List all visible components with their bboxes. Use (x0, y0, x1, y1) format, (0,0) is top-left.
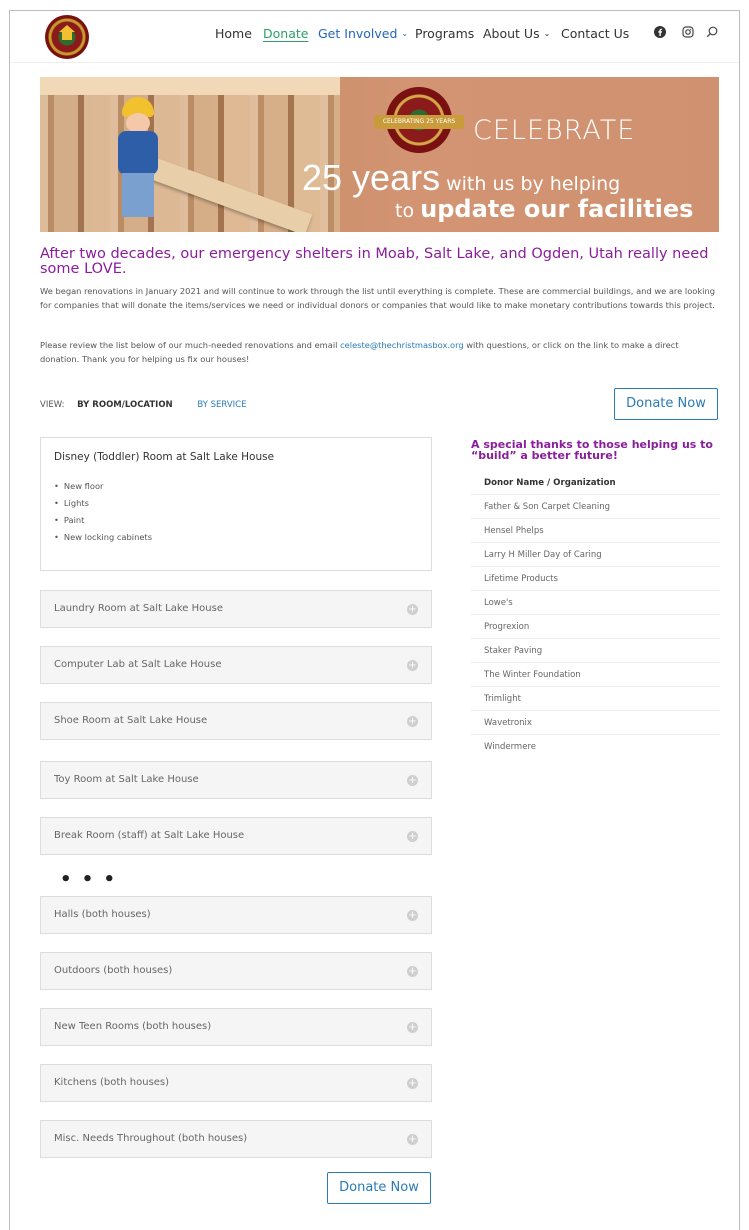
more-items-ellipsis: • • • (60, 869, 118, 890)
plus-icon[interactable]: + (407, 910, 418, 921)
banner-years-line: 25 years with us by helping (302, 157, 620, 199)
donor-row: Lowe's (471, 591, 719, 615)
nav-contact-us[interactable]: Contact Us (561, 26, 629, 41)
banner-update-bold: update our facilities (420, 195, 694, 223)
banner-child-image (112, 97, 164, 227)
intro-paragraph: We began renovations in January 2021 and… (40, 286, 715, 310)
main-nav: Home Donate Get Involved ⌄ Programs About… (10, 11, 739, 55)
plus-icon[interactable]: + (407, 716, 418, 727)
accordion-title: Toy Room at Salt Lake House (54, 774, 199, 785)
renovation-item: Paint (54, 512, 152, 529)
accordion-item[interactable]: Toy Room at Salt Lake House + (40, 761, 432, 799)
facebook-icon[interactable] (654, 26, 666, 41)
accordion-title: Shoe Room at Salt Lake House (54, 715, 208, 726)
view-by-room-tab[interactable]: BY ROOM/LOCATION (77, 400, 172, 410)
banner-child-pants (122, 173, 154, 217)
accordion-title: Break Room (staff) at Salt Lake House (54, 830, 245, 841)
accordion-title: Laundry Room at Salt Lake House (54, 603, 223, 614)
email-link[interactable]: celeste@thechristmasbox.org (340, 340, 464, 350)
view-by-service-tab[interactable]: BY SERVICE (197, 400, 246, 410)
banner-years-big: 25 years (302, 157, 441, 198)
instagram-icon[interactable] (682, 26, 694, 41)
donor-row: Hensel Phelps (471, 519, 719, 543)
nav-about-us[interactable]: About Us ⌄ (483, 26, 550, 41)
donor-heading: A special thanks to those helping us to … (471, 438, 713, 462)
accordion-item[interactable]: Laundry Room at Salt Lake House + (40, 590, 432, 628)
donate-now-button-bottom[interactable]: Donate Now (327, 1172, 431, 1204)
accordion-title: Kitchens (both houses) (54, 1077, 170, 1088)
banner-update-small: to (395, 200, 421, 222)
view-switcher: VIEW: BY ROOM/LOCATION BY SERVICE (40, 400, 246, 410)
donor-row: The Winter Foundation (471, 663, 719, 687)
banner-celebrate: CELEBRATE (473, 115, 636, 146)
renovation-list: New floor Lights Paint New locking cabin… (54, 478, 152, 546)
donor-row: Windermere (484, 742, 536, 752)
donor-table: Donor Name / Organization Father & Son C… (471, 471, 719, 759)
anniversary-ribbon-text: CELEBRATING 25 YEARS (382, 118, 456, 125)
donate-now-button-top[interactable]: Donate Now (614, 388, 718, 420)
donor-row: Wavetronix (471, 711, 719, 735)
plus-icon[interactable]: + (407, 1134, 418, 1145)
nav-about-us-label: About Us (483, 26, 540, 41)
plus-icon[interactable]: + (407, 1078, 418, 1089)
accordion-title: Misc. Needs Throughout (both houses) (54, 1133, 248, 1144)
renovation-item: New floor (54, 478, 152, 495)
donor-row: Father & Son Carpet Cleaning (471, 495, 719, 519)
view-label: VIEW: (40, 400, 65, 410)
banner-years-small: with us by helping (440, 173, 621, 195)
accordion-open-title: Disney (Toddler) Room at Salt Lake House (54, 451, 275, 463)
accordion-item[interactable]: Halls (both houses) + (40, 896, 432, 934)
renovation-item: New locking cabinets (54, 529, 152, 546)
renovation-item: Lights (54, 495, 152, 512)
nav-home[interactable]: Home (215, 26, 252, 41)
accordion-item[interactable]: Break Room (staff) at Salt Lake House + (40, 817, 432, 855)
accordion-item[interactable]: Outdoors (both houses) + (40, 952, 432, 990)
accordion-title: New Teen Rooms (both houses) (54, 1021, 212, 1032)
accordion-item[interactable]: Kitchens (both houses) + (40, 1064, 432, 1102)
accordion-title: Computer Lab at Salt Lake House (54, 659, 222, 670)
donor-row: Lifetime Products (471, 567, 719, 591)
banner-child-face (126, 113, 150, 133)
page-frame: Home Donate Get Involved ⌄ Programs About… (9, 10, 740, 1230)
accordion-item[interactable]: Misc. Needs Throughout (both houses) + (40, 1120, 432, 1158)
accordion-title: Halls (both houses) (54, 909, 151, 920)
page-headline: After two decades, our emergency shelter… (40, 246, 709, 277)
donor-row: Trimlight (471, 687, 719, 711)
donor-column-header: Donor Name / Organization (471, 471, 719, 495)
accordion-item[interactable]: New Teen Rooms (both houses) + (40, 1008, 432, 1046)
contact-paragraph: Please review the list below of our much… (40, 338, 720, 366)
nav-donate[interactable]: Donate (263, 26, 308, 41)
accordion-item[interactable]: Computer Lab at Salt Lake House + (40, 646, 432, 684)
hero-banner: CELEBRATING 25 YEARS CELEBRATE 25 years … (40, 77, 719, 232)
banner-top-beam (40, 77, 340, 95)
anniversary-ribbon: CELEBRATING 25 YEARS (374, 115, 464, 129)
chevron-down-icon: ⌄ (401, 29, 409, 38)
accordion-title: Outdoors (both houses) (54, 965, 173, 976)
chevron-down-icon: ⌄ (543, 29, 551, 38)
search-icon[interactable] (706, 26, 718, 41)
banner-update-line: to update our facilities (395, 195, 693, 223)
site-header: Home Donate Get Involved ⌄ Programs About… (10, 11, 739, 63)
plus-icon[interactable]: + (407, 660, 418, 671)
plus-icon[interactable]: + (407, 831, 418, 842)
plus-icon[interactable]: + (407, 966, 418, 977)
accordion-item[interactable]: Shoe Room at Salt Lake House + (40, 702, 432, 740)
donor-row: Staker Paving (471, 639, 719, 663)
banner-child-shirt (118, 131, 158, 175)
donor-row: Progrexion (471, 615, 719, 639)
nav-get-involved-label: Get Involved (318, 26, 398, 41)
accordion-open-item[interactable]: Disney (Toddler) Room at Salt Lake House… (40, 437, 432, 571)
plus-icon[interactable]: + (407, 775, 418, 786)
nav-programs[interactable]: Programs (415, 26, 474, 41)
plus-icon[interactable]: + (407, 1022, 418, 1033)
donor-row: Larry H Miller Day of Caring (471, 543, 719, 567)
plus-icon[interactable]: + (407, 604, 418, 615)
contact-text-before: Please review the list below of our much… (40, 340, 341, 350)
nav-get-involved[interactable]: Get Involved ⌄ (318, 26, 408, 41)
